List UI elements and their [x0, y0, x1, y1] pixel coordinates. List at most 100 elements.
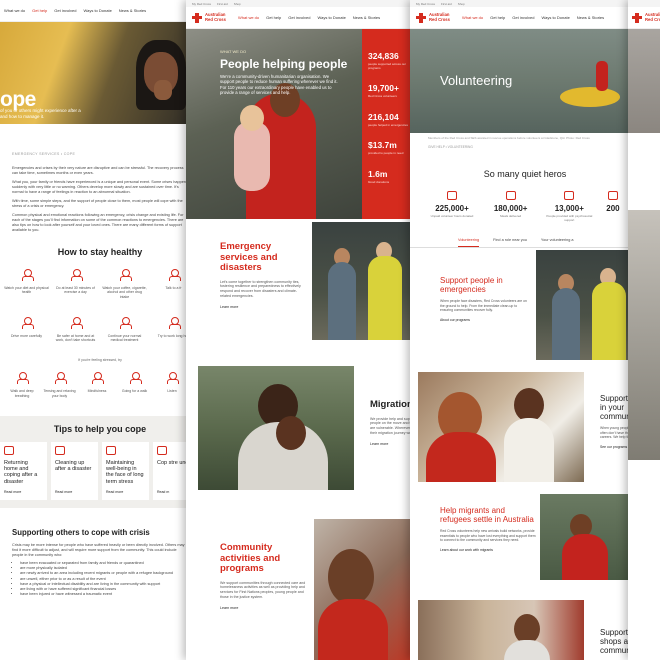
- nav-ways-to-donate[interactable]: Ways to Donate: [317, 15, 345, 20]
- stat-item: 225,000+ Unpaid volunteer hours donated: [428, 191, 476, 222]
- logo-text: Australian Red Cross: [429, 11, 450, 22]
- util-link[interactable]: Shop: [458, 2, 465, 6]
- read-more-link[interactable]: Read more: [4, 489, 21, 495]
- nav-ways-to-donate[interactable]: Ways to Donate: [83, 8, 111, 13]
- nav-get-help[interactable]: Get help: [32, 8, 47, 13]
- broom-icon: [55, 446, 65, 456]
- tip-label: Try to work long hou: [157, 333, 190, 338]
- section-title[interactable]: Help migrants and refugees settle in Aus…: [440, 506, 536, 524]
- tab-your-volunteering[interactable]: Your volunteering a: [541, 238, 574, 247]
- util-link[interactable]: First aid: [441, 2, 452, 6]
- tip-item: Be safer at home and at work, don't take…: [53, 316, 98, 343]
- intro-paragraph: Emergencies and crises by their very nat…: [12, 166, 184, 175]
- util-link[interactable]: My Red Cross: [192, 2, 211, 6]
- person-icon: [119, 269, 132, 281]
- nav-what-we-do[interactable]: What we do: [462, 15, 483, 20]
- breadcrumb[interactable]: GIVE HELP • VOLUNTEERING: [410, 143, 640, 151]
- person-icon: [168, 269, 181, 281]
- section-text: We support communities through connected…: [220, 580, 306, 599]
- people-icon: [447, 191, 457, 200]
- red-cross-logo[interactable]: Australian Red Cross: [632, 12, 660, 23]
- migrants-photo: [540, 494, 640, 580]
- read-more-link[interactable]: Read more: [106, 489, 123, 495]
- hero-image: Volunteering: [410, 29, 640, 133]
- cope-title: Tips to help you cope: [53, 424, 147, 435]
- hero-subtitle: of you or others might experience after …: [0, 108, 81, 119]
- section-title[interactable]: Emergency services and disasters: [220, 241, 304, 274]
- stat-item: 19,700+ Red Cross volunteers: [368, 83, 410, 99]
- nav-news-stories[interactable]: News & Stories: [577, 15, 604, 20]
- person-icon: [54, 372, 67, 385]
- tip-item: Tensing and relaxing your body: [42, 372, 78, 398]
- red-cross-icon: [192, 12, 202, 23]
- util-link[interactable]: Shop: [234, 2, 241, 6]
- nav-news-stories[interactable]: News & Stories: [119, 8, 146, 13]
- stat-number: $13.7m: [368, 140, 397, 151]
- tip-label: Continue your normal medical treatment: [107, 333, 142, 343]
- tip-label: Walk and deep breathing: [10, 389, 34, 398]
- section-text: Red Cross volunteers help new arrivals b…: [440, 529, 536, 542]
- nav-get-help[interactable]: Get help: [266, 15, 281, 20]
- intro-paragraph: Common physical and emotional reactions …: [12, 213, 184, 232]
- stat-number: 216,104: [368, 111, 399, 122]
- section-title[interactable]: Community activities and programs: [220, 542, 306, 575]
- utility-bar: My Red Cross First aid Shop: [410, 0, 640, 7]
- logo-text: Australian Red Cross: [205, 11, 226, 22]
- learn-more-link[interactable]: Learn about our work with migrants: [440, 548, 536, 552]
- nav-get-involved[interactable]: Get involved: [288, 15, 310, 20]
- tip-label: Mindfulness: [87, 389, 107, 394]
- nav-get-involved[interactable]: Get involved: [512, 15, 534, 20]
- tip-item: Walk and deep breathing: [4, 372, 40, 398]
- read-more-link[interactable]: Read m: [157, 489, 169, 495]
- red-cross-logo[interactable]: Australian Red Cross: [416, 11, 455, 23]
- section-title[interactable]: Support people in emergencies: [440, 276, 528, 294]
- stat-item: 180,000+ Meals delivered: [487, 191, 535, 222]
- nav-get-help[interactable]: Get help: [490, 15, 505, 20]
- healthy-tips: Watch your diet and physical health Do a…: [0, 269, 200, 342]
- stat-label: Red Cross volunteers: [368, 94, 397, 99]
- stat-label: People provided with psychosocial suppor…: [546, 214, 593, 222]
- cope-card[interactable]: Cleaning up after a disaster Read more: [51, 442, 98, 501]
- tip-item: Going for a walk: [117, 372, 153, 398]
- photo-person: [318, 599, 388, 660]
- red-cross-logo[interactable]: Australian Red Cross: [192, 11, 231, 23]
- stat-number: 324,836: [368, 51, 399, 61]
- nav-what-we-do[interactable]: What we do: [238, 15, 259, 20]
- migration-photo: [198, 366, 354, 490]
- read-more-link[interactable]: Read more: [55, 489, 72, 495]
- stats-panel: 324,836 people supported across our progr…: [362, 29, 416, 219]
- people-icon: [106, 446, 116, 456]
- learn-more-link[interactable]: Learn more: [220, 606, 306, 610]
- person-icon: [129, 372, 142, 385]
- hero-boat: [560, 87, 620, 107]
- hero-subtitle: We're a community-driven humanitarian or…: [220, 74, 338, 96]
- stat-label: Unpaid volunteer hours donated: [430, 214, 474, 218]
- photo-person: [552, 288, 580, 360]
- support-title: Supporting others to cope with crisis: [12, 528, 150, 538]
- nav-news-stories[interactable]: News & Stories: [353, 15, 380, 20]
- learn-more-link[interactable]: Learn more: [220, 305, 304, 309]
- main-nav: Australian Red Cross What we do Get help…: [186, 7, 416, 29]
- stat-label: people supported across our programs: [368, 62, 407, 70]
- nav-what-we-do[interactable]: What we do: [4, 8, 25, 13]
- cope-card[interactable]: Maintaining well-being in the face of lo…: [102, 442, 149, 501]
- hero-label: WHAT WE DO: [220, 49, 247, 54]
- stat-number: 225,000+: [435, 204, 469, 213]
- utility-bar: [628, 0, 660, 7]
- cope-card[interactable]: Returning home and coping after a disast…: [0, 442, 47, 501]
- nav-get-involved[interactable]: Get involved: [54, 8, 76, 13]
- stat-number: 13,000+: [554, 204, 584, 213]
- learn-more-link[interactable]: About our programs: [440, 318, 528, 322]
- util-link[interactable]: My Red Cross: [416, 2, 435, 6]
- tab-find-role[interactable]: Find a role near you: [493, 238, 527, 247]
- photo-person: [426, 432, 496, 482]
- breadcrumb[interactable]: EMERGENCY SERVICES • COPE: [0, 124, 200, 156]
- photo-person: [592, 282, 626, 360]
- tab-volunteering[interactable]: Volunteering: [458, 238, 480, 248]
- heart-icon: [157, 446, 167, 456]
- photo-person: [328, 262, 356, 340]
- nav-ways-to-donate[interactable]: Ways to Donate: [541, 15, 569, 20]
- side-photo: [628, 210, 660, 460]
- stat-number: 180,000+: [493, 204, 528, 213]
- util-link[interactable]: First aid: [217, 2, 228, 6]
